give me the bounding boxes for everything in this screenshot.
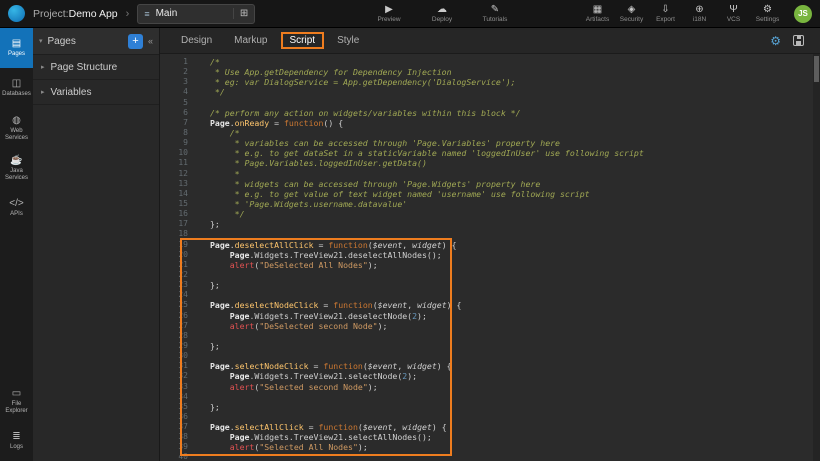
chevron-right-icon: ▸ — [41, 88, 45, 96]
deploy-label: Deploy — [432, 16, 452, 23]
iconbar-spacer — [0, 228, 33, 381]
project-label: Project: — [33, 8, 69, 20]
file-explorer-label: File Explorer — [0, 401, 33, 414]
globe-icon: ⊕ — [695, 4, 703, 15]
deploy-icon: ☁ — [437, 4, 447, 15]
web-services-icon: ◍ — [12, 115, 21, 126]
pages-panel: ▾ Pages + « ▸ Page Structure ▸ Variables — [33, 28, 160, 461]
logs-label: Logs — [10, 444, 23, 451]
export-label: Export — [656, 16, 675, 23]
main-row: ▤ Pages ◫ Databases ◍ Web Services ☕ Jav… — [0, 28, 820, 461]
save-icon[interactable] — [793, 35, 804, 46]
panel-title: Pages — [48, 36, 76, 47]
topbar-left: Project:Demo App › ≡ Main ⊞ — [8, 4, 300, 24]
topbar-center: ▶ Preview ☁ Deploy ✎ Tutorials — [300, 4, 584, 23]
vcs-button[interactable]: Ψ VCS — [720, 4, 747, 23]
user-avatar[interactable]: JS — [794, 5, 812, 23]
databases-label: Databases — [2, 91, 31, 98]
editor-settings-gear-icon[interactable]: ⚙ — [770, 34, 781, 48]
tutorials-icon: ✎ — [491, 4, 499, 15]
security-button[interactable]: ◈ Security — [618, 4, 645, 23]
api-icon: </> — [9, 198, 23, 209]
wavemaker-studio: Project:Demo App › ≡ Main ⊞ ▶ Preview ☁ … — [0, 0, 820, 461]
export-button[interactable]: ⇩ Export — [652, 4, 679, 23]
logs-icon: ≣ — [12, 431, 20, 442]
add-page-button[interactable]: + — [128, 34, 143, 49]
artifacts-icon: ▦ — [593, 4, 602, 15]
tabbar-actions: ⚙ — [770, 34, 808, 48]
tab-design[interactable]: Design — [172, 32, 221, 49]
tab-style[interactable]: Style — [328, 32, 368, 49]
sidebar-item-logs[interactable]: ≣ Logs — [0, 421, 33, 461]
artifacts-label: Artifacts — [586, 16, 609, 23]
page-selector-value: Main — [156, 8, 178, 19]
settings-label: Settings — [756, 16, 780, 23]
line-number-gutter: 1234567891011121314151617181920212223242… — [160, 54, 204, 461]
folder-icon: ▭ — [12, 388, 21, 399]
pages-icon: ▤ — [12, 38, 21, 49]
sidebar-item-file-explorer[interactable]: ▭ File Explorer — [0, 381, 33, 421]
gear-icon: ⚙ — [763, 4, 772, 15]
security-label: Security — [620, 16, 643, 23]
sidebar-item-databases[interactable]: ◫ Databases — [0, 68, 33, 108]
breadcrumb-chevron-icon: › — [126, 8, 130, 20]
left-iconbar: ▤ Pages ◫ Databases ◍ Web Services ☕ Jav… — [0, 28, 33, 461]
chevron-down-icon[interactable]: ▾ — [39, 37, 43, 45]
layout-grid-icon[interactable]: ⊞ — [233, 8, 248, 19]
sidebar-item-java-services[interactable]: ☕ Java Services — [0, 148, 33, 188]
sidebar-item-pages[interactable]: ▤ Pages — [0, 28, 33, 68]
settings-button[interactable]: ⚙ Settings — [754, 4, 781, 23]
page-selector[interactable]: ≡ Main ⊞ — [137, 4, 255, 24]
project-title: Project:Demo App — [33, 8, 118, 20]
tab-script[interactable]: Script — [281, 32, 325, 49]
editor-tabbar: Design Markup Script Style ⚙ — [160, 28, 820, 54]
tutorials-button[interactable]: ✎ Tutorials — [482, 4, 509, 23]
shield-icon: ◈ — [628, 4, 636, 15]
pages-label: Pages — [8, 51, 25, 58]
topbar: Project:Demo App › ≡ Main ⊞ ▶ Preview ☁ … — [0, 0, 820, 28]
editor-scrollbar[interactable] — [813, 54, 820, 461]
artifacts-button[interactable]: ▦ Artifacts — [584, 4, 611, 23]
tab-markup[interactable]: Markup — [225, 32, 276, 49]
java-services-label: Java Services — [0, 168, 33, 181]
sidebar-item-web-services[interactable]: ◍ Web Services — [0, 108, 33, 148]
chevron-right-icon: ▸ — [41, 63, 45, 71]
preview-button[interactable]: ▶ Preview — [376, 4, 403, 23]
panel-item-page-structure[interactable]: ▸ Page Structure — [33, 55, 159, 80]
variables-label: Variables — [51, 87, 92, 98]
wavemaker-logo[interactable] — [8, 5, 25, 22]
panel-item-variables[interactable]: ▸ Variables — [33, 80, 159, 105]
i18n-button[interactable]: ⊕ i18N — [686, 4, 713, 23]
web-services-label: Web Services — [0, 128, 33, 141]
deploy-button[interactable]: ☁ Deploy — [429, 4, 456, 23]
collapse-panel-icon[interactable]: « — [148, 36, 153, 46]
editor-column: Design Markup Script Style ⚙ 12345678910… — [160, 28, 820, 461]
database-icon: ◫ — [12, 78, 21, 89]
i18n-label: i18N — [693, 16, 706, 23]
code-lines[interactable]: /* * Use App.getDependency for Dependenc… — [204, 54, 820, 461]
coffee-icon: ☕ — [10, 155, 22, 166]
page-structure-label: Page Structure — [51, 62, 118, 73]
scrollbar-thumb[interactable] — [814, 56, 819, 82]
preview-icon: ▶ — [385, 4, 393, 15]
page-menu-icon: ≡ — [144, 9, 149, 19]
branch-icon: Ψ — [729, 4, 737, 15]
script-editor[interactable]: 1234567891011121314151617181920212223242… — [160, 54, 820, 461]
topbar-right: ▦ Artifacts ◈ Security ⇩ Export ⊕ i18N Ψ… — [584, 4, 812, 23]
export-icon: ⇩ — [661, 4, 669, 15]
sidebar-item-apis[interactable]: </> APIs — [0, 188, 33, 228]
vcs-label: VCS — [727, 16, 740, 23]
apis-label: APIs — [10, 211, 23, 218]
project-name: Demo App — [69, 8, 118, 20]
tutorials-label: Tutorials — [483, 16, 508, 23]
pages-panel-header: ▾ Pages + « — [33, 28, 159, 55]
preview-label: Preview — [377, 16, 400, 23]
